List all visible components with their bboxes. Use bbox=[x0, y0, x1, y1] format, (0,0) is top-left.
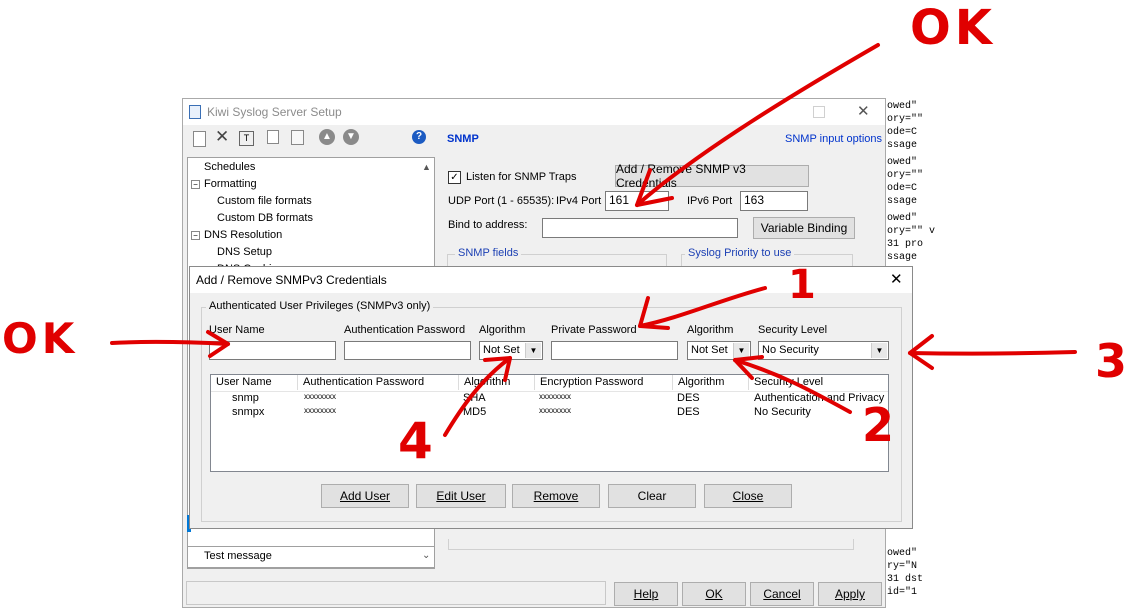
annotation-3: 3 bbox=[1095, 334, 1128, 388]
arrow-ok-top bbox=[635, 43, 880, 207]
arrow-4 bbox=[443, 356, 512, 437]
arrow-1 bbox=[638, 286, 767, 328]
annotation-2: 2 bbox=[862, 398, 895, 452]
annotation-ok-left: OK bbox=[2, 314, 79, 363]
annotation-4: 4 bbox=[398, 412, 433, 470]
annotation-1: 1 bbox=[788, 262, 816, 308]
arrow-3 bbox=[908, 350, 1077, 356]
annotation-layer bbox=[110, 43, 1077, 437]
arrow-2 bbox=[733, 358, 852, 414]
annotation-ok-top: OK bbox=[910, 0, 996, 56]
arrow-ok-left bbox=[110, 339, 230, 346]
